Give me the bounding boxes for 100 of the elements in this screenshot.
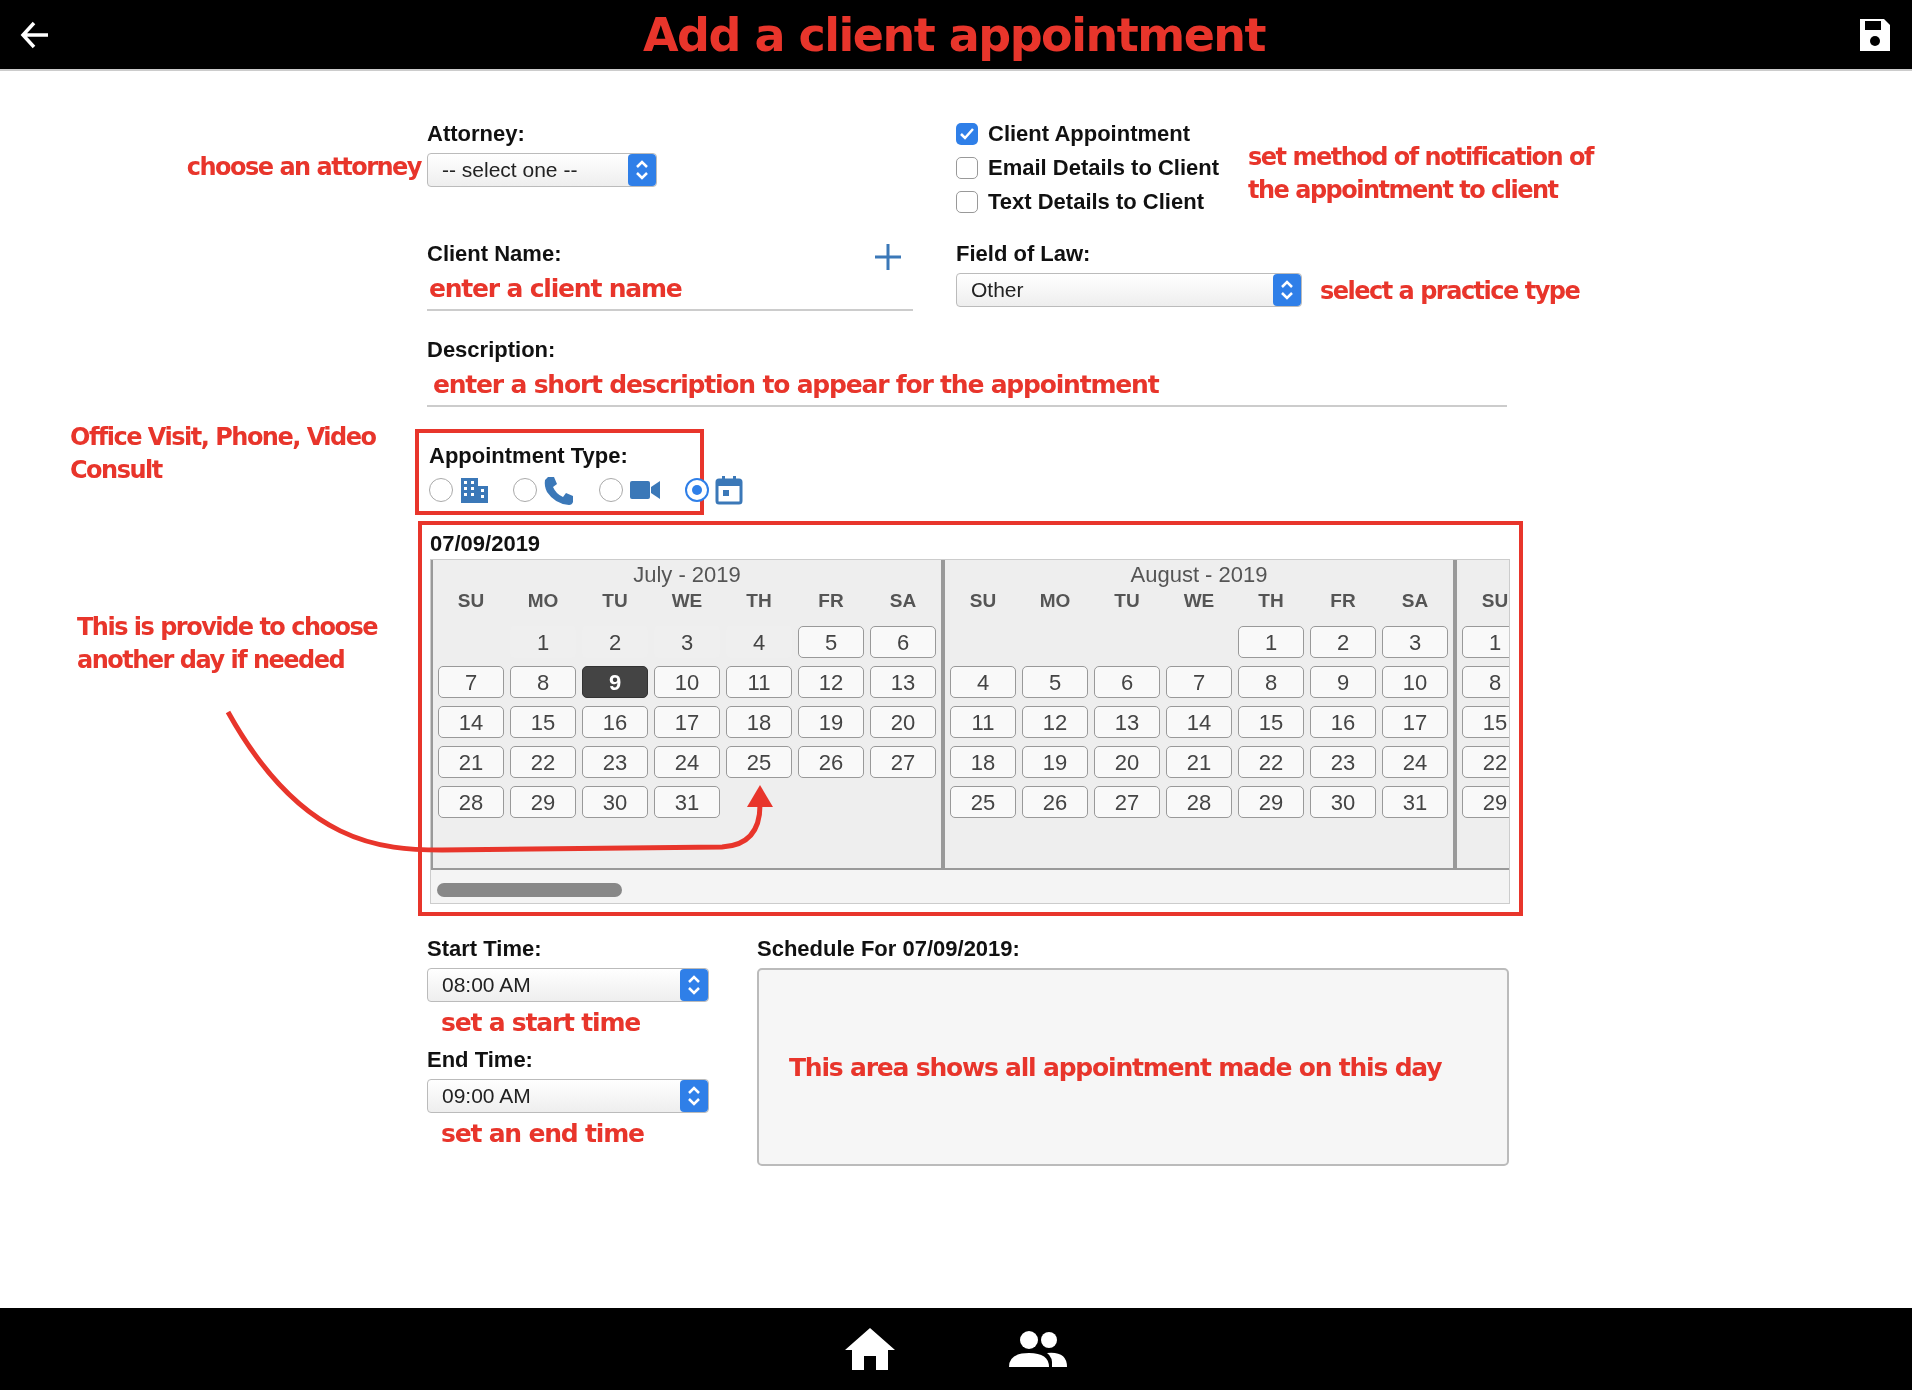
calendar-day[interactable]: 22: [510, 746, 576, 778]
annotation-text: This is provide to choose another day if needed: [77, 612, 379, 676]
calendar-day[interactable]: 7: [1166, 666, 1232, 698]
calendar-day[interactable]: 18: [726, 706, 792, 738]
calendar-day[interactable]: 11: [950, 706, 1016, 738]
people-icon[interactable]: [1007, 1329, 1069, 1369]
calendar-day[interactable]: 23: [582, 746, 648, 778]
calendar-day[interactable]: 26: [1022, 786, 1088, 818]
calendar-day[interactable]: 29: [1462, 786, 1509, 818]
calendar-day[interactable]: 25: [726, 746, 792, 778]
page-title: Add a client appointment: [642, 7, 1266, 62]
calendar-day[interactable]: 19: [798, 706, 864, 738]
weekday-header: TH: [1257, 590, 1285, 613]
weekday-header: FR: [1329, 590, 1357, 613]
calendar-day[interactable]: 20: [1094, 746, 1160, 778]
calendar-day[interactable]: 10: [1382, 666, 1448, 698]
calendar-day[interactable]: 28: [438, 786, 504, 818]
field-of-law-label: Field of Law:: [956, 241, 1092, 267]
calendar-day[interactable]: 8: [1238, 666, 1304, 698]
calendar-day[interactable]: 31: [1382, 786, 1448, 818]
weekday-header: TU: [601, 590, 629, 613]
calendar-day[interactable]: 21: [1166, 746, 1232, 778]
calendar-day[interactable]: 8: [1462, 666, 1509, 698]
calendar-day[interactable]: 15: [1238, 706, 1304, 738]
building-icon: [459, 475, 489, 505]
calendar-day[interactable]: 4: [950, 666, 1016, 698]
calendar-day[interactable]: 17: [1382, 706, 1448, 738]
schedule-label: Schedule For 07/09/2019:: [757, 936, 1021, 962]
phone-icon: [543, 475, 575, 505]
appointment-type-radio[interactable]: [599, 478, 661, 502]
calendar-day[interactable]: 13: [1094, 706, 1160, 738]
calendar-day[interactable]: 6: [870, 626, 936, 658]
calendar-day[interactable]: 19: [1022, 746, 1088, 778]
calendar-day[interactable]: 24: [1382, 746, 1448, 778]
calendar-day[interactable]: 5: [1022, 666, 1088, 698]
dropdown-caret-icon: [628, 154, 656, 186]
calendar-day[interactable]: 25: [950, 786, 1016, 818]
calendar-day[interactable]: 14: [1166, 706, 1232, 738]
calendar-day[interactable]: 1: [1462, 626, 1509, 658]
save-icon[interactable]: [1858, 16, 1892, 53]
client-name-label: Client Name:: [427, 241, 562, 267]
selected-date: 07/09/2019: [430, 531, 542, 557]
weekday-header: MO: [1038, 590, 1072, 613]
calendar-day[interactable]: 3: [1382, 626, 1448, 658]
calendar-day[interactable]: 20: [870, 706, 936, 738]
calendar-day[interactable]: 14: [438, 706, 504, 738]
weekday-header: TH: [745, 590, 773, 613]
field-of-law-select[interactable]: Other: [956, 273, 1302, 307]
calendar-day[interactable]: 28: [1166, 786, 1232, 818]
calendar-day[interactable]: 27: [1094, 786, 1160, 818]
calendar-day[interactable]: 2: [1310, 626, 1376, 658]
calendar-day[interactable]: 29: [510, 786, 576, 818]
video-camera-icon: [629, 479, 661, 501]
calendar-day[interactable]: 8: [510, 666, 576, 698]
calendar-day[interactable]: 15: [510, 706, 576, 738]
calendar-day[interactable]: 7: [438, 666, 504, 698]
annotation-text: set an end time: [441, 1119, 645, 1148]
add-plus-icon[interactable]: [873, 242, 903, 272]
calendar-day[interactable]: 12: [798, 666, 864, 698]
appointment-type-radio[interactable]: [685, 475, 743, 505]
weekday-header: SA: [888, 590, 918, 613]
annotation-text: select a practice type: [1320, 276, 1580, 307]
calendar-day[interactable]: 15: [1462, 706, 1509, 738]
calendar-day[interactable]: 12: [1022, 706, 1088, 738]
calendar-day[interactable]: 1: [1238, 626, 1304, 658]
calendar-day[interactable]: 16: [1310, 706, 1376, 738]
appointment-type-radio[interactable]: [513, 475, 575, 505]
calendar-day[interactable]: 27: [870, 746, 936, 778]
home-icon[interactable]: [843, 1326, 897, 1372]
annotation-text: This area shows all appointment made on this day: [789, 1052, 1442, 1082]
calendar-day[interactable]: 17: [654, 706, 720, 738]
calendar-day[interactable]: 30: [1310, 786, 1376, 818]
calendar-day[interactable]: 5: [798, 626, 864, 658]
weekday-header: FR: [817, 590, 845, 613]
month-title: August - 2019: [1129, 561, 1269, 589]
attorney-select[interactable]: -- select one --: [427, 153, 657, 187]
calendar-day[interactable]: 6: [1094, 666, 1160, 698]
calendar-day[interactable]: 21: [438, 746, 504, 778]
month-title: July - 2019: [632, 561, 742, 589]
weekday-header: MO: [526, 590, 560, 613]
start-time-select[interactable]: 08:00 AM: [427, 968, 709, 1002]
calendar-day[interactable]: 29: [1238, 786, 1304, 818]
calendar-day[interactable]: 9: [582, 666, 648, 698]
calendar-day[interactable]: 22: [1238, 746, 1304, 778]
calendar-day[interactable]: 24: [654, 746, 720, 778]
calendar-day[interactable]: 16: [582, 706, 648, 738]
calendar-day[interactable]: 10: [654, 666, 720, 698]
calendar-day[interactable]: 9: [1310, 666, 1376, 698]
calendar-day[interactable]: 22: [1462, 746, 1509, 778]
appointment-type-radio[interactable]: [429, 475, 489, 505]
calendar-day[interactable]: 31: [654, 786, 720, 818]
scrollbar-thumb[interactable]: [437, 883, 622, 897]
calendar-day[interactable]: 26: [798, 746, 864, 778]
end-time-select[interactable]: 09:00 AM: [427, 1079, 709, 1113]
calendar-day[interactable]: 30: [582, 786, 648, 818]
calendar-day[interactable]: 11: [726, 666, 792, 698]
calendar-day[interactable]: 18: [950, 746, 1016, 778]
back-arrow-icon[interactable]: [20, 20, 50, 49]
calendar-day[interactable]: 23: [1310, 746, 1376, 778]
calendar-day[interactable]: 13: [870, 666, 936, 698]
